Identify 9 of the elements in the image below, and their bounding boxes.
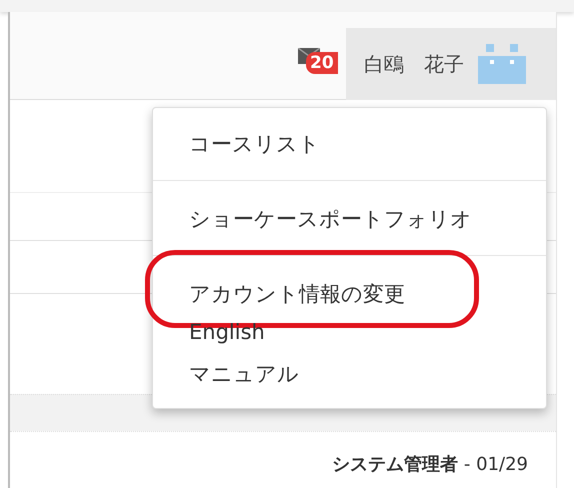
mail-button[interactable]: 20 <box>298 44 346 84</box>
avatar-icon <box>478 44 526 84</box>
menu-item[interactable]: マニュアル <box>153 350 546 390</box>
post-meta: システム管理者 - 01/29 <box>332 453 528 476</box>
menu-item[interactable]: アカウント情報の変更 <box>153 256 546 310</box>
message-count-badge: 20 <box>306 52 338 74</box>
user-menu-button[interactable]: 白鴎 花子 <box>346 28 556 100</box>
menu-item[interactable]: コースリスト <box>153 108 546 181</box>
menu-item[interactable]: ショーケースポートフォリオ <box>153 181 546 256</box>
